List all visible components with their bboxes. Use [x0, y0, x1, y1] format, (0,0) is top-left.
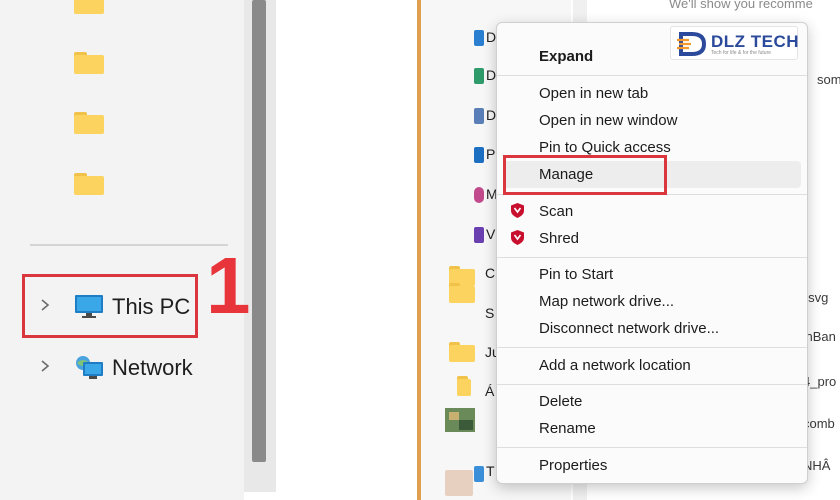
folder-item[interactable]: Á [485, 383, 494, 399]
annotation-highlight-box [22, 274, 198, 338]
nav-item-videos[interactable]: V [486, 226, 495, 242]
image-thumbnail-icon [445, 470, 473, 496]
folder-icon[interactable] [74, 0, 104, 14]
folder-icon[interactable] [74, 173, 104, 195]
annotation-highlight-box [503, 155, 667, 195]
menu-item-properties[interactable]: Properties [497, 452, 807, 479]
menu-item-label: Disconnect network drive... [539, 320, 720, 337]
folder-icon [449, 342, 475, 362]
menu-item-map-network-drive[interactable]: Map network drive... [497, 288, 807, 315]
pictures-icon [474, 147, 484, 163]
music-icon [474, 187, 484, 203]
logo-text: DLZ TECH [711, 32, 800, 51]
image-thumbnail-icon [445, 408, 475, 432]
folder-icon[interactable] [74, 112, 104, 134]
logo-mark-icon [677, 32, 707, 56]
mcafee-shield-icon [511, 230, 524, 245]
folder-icon[interactable] [74, 52, 104, 74]
menu-separator [497, 347, 807, 348]
documents-icon [474, 108, 484, 124]
folder-icon [457, 376, 471, 396]
download-icon [474, 68, 484, 84]
nav-label: Network [112, 355, 193, 380]
context-menu: Expand Open in new tab Open in new windo… [496, 22, 808, 484]
folder-item[interactable]: S [485, 305, 494, 321]
menu-item-label: Delete [539, 393, 583, 410]
menu-item-label: Open in new window [539, 112, 678, 129]
menu-item-open-new-tab[interactable]: Open in new tab [497, 80, 807, 107]
menu-item-shred[interactable]: Shred [497, 225, 807, 252]
menu-item-scan[interactable]: Scan [497, 198, 807, 225]
menu-separator [497, 384, 807, 385]
menu-item-label: Open in new tab [539, 85, 649, 102]
annotation-number: 1 [206, 241, 251, 330]
network-icon [76, 356, 103, 379]
folder-icon [449, 283, 475, 303]
menu-item-label: Properties [539, 457, 608, 474]
menu-item-label: Rename [539, 420, 596, 437]
menu-item-label: Shred [539, 230, 580, 247]
menu-item-add-network-location[interactable]: Add a network location [497, 352, 807, 379]
recommendation-text: We'll show you recomme [669, 0, 813, 11]
file-name-snippet[interactable]: som [817, 72, 840, 87]
mcafee-shield-icon [511, 203, 524, 218]
nav-item-network[interactable]: Network [28, 345, 238, 389]
desktop-icon [474, 30, 484, 46]
menu-item-label: Scan [539, 203, 574, 220]
menu-item-label: Pin to Start [539, 266, 614, 283]
menu-item-disconnect-network-drive[interactable]: Disconnect network drive... [497, 315, 807, 342]
menu-item-rename[interactable]: Rename [497, 415, 807, 442]
menu-item-open-new-window[interactable]: Open in new window [497, 107, 807, 134]
videos-icon [474, 227, 484, 243]
chevron-right-icon[interactable] [38, 359, 52, 373]
menu-separator [497, 257, 807, 258]
menu-separator [497, 447, 807, 448]
menu-separator [497, 75, 807, 76]
folder-item[interactable]: T [486, 463, 495, 479]
menu-item-label: Expand [539, 48, 594, 65]
left-panel: This PC Network 1 [0, 0, 410, 500]
menu-item-label: Add a network location [539, 357, 691, 374]
file-icon [474, 466, 484, 482]
menu-item-label: Map network drive... [539, 293, 675, 310]
nav-item-documents[interactable]: D [486, 107, 496, 123]
dlz-tech-logo: DLZ TECH Tech for life & for the future [670, 26, 800, 60]
scrollbar-thumb[interactable] [252, 0, 266, 462]
divider [30, 244, 228, 246]
nav-item-downloads[interactable]: D [486, 67, 496, 83]
menu-item-pin-to-start[interactable]: Pin to Start [497, 261, 807, 288]
menu-item-delete[interactable]: Delete [497, 388, 807, 415]
folder-item[interactable]: C [485, 265, 495, 281]
menu-item-label: Pin to Quick access [539, 139, 671, 156]
logo-tagline: Tech for life & for the future [711, 50, 772, 56]
nav-item-pictures[interactable]: P [486, 146, 495, 162]
